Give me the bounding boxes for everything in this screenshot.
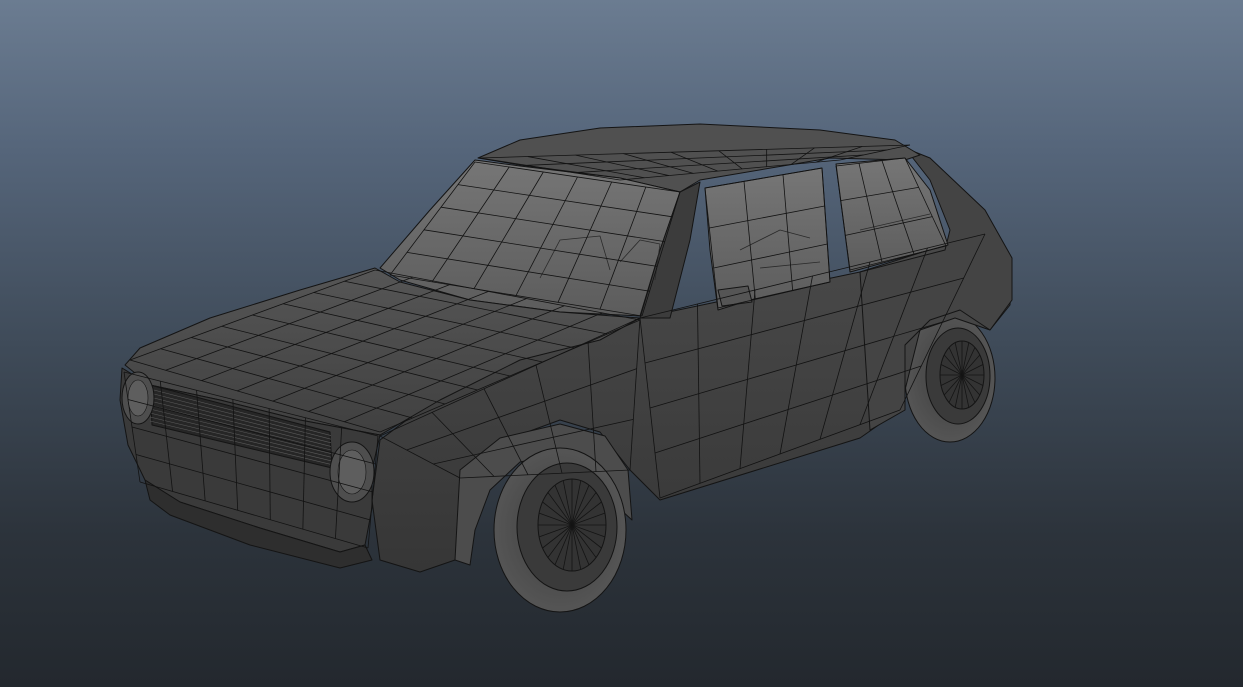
3d-viewport[interactable] bbox=[0, 0, 1243, 687]
car-model-wireframe[interactable] bbox=[0, 0, 1243, 687]
side-mirror bbox=[717, 285, 753, 307]
front-wheel bbox=[493, 447, 627, 613]
